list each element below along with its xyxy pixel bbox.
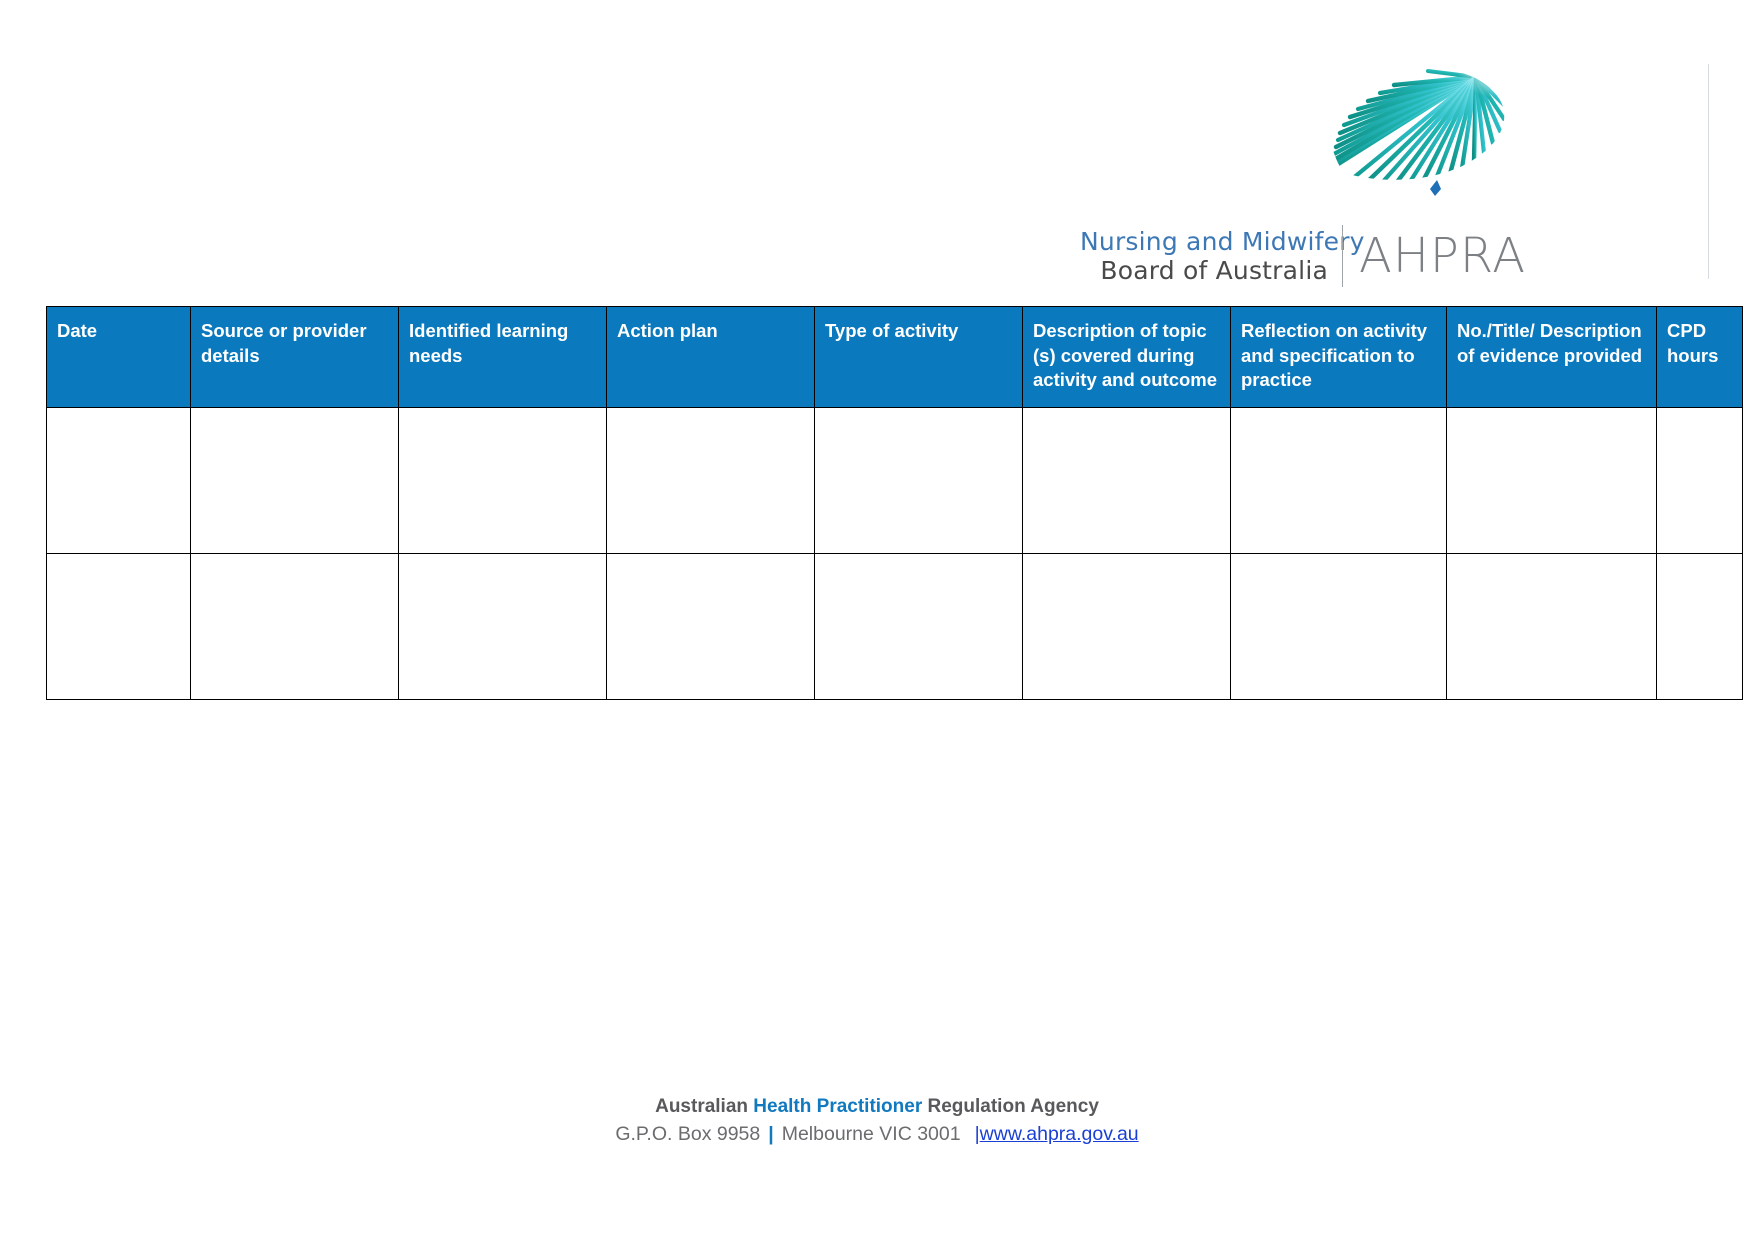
cell-reflection[interactable]	[1230, 406, 1447, 554]
cell-type-activity[interactable]	[814, 406, 1023, 554]
cell-evidence[interactable]	[1446, 552, 1657, 700]
footer-url-text: www.ahpra.gov.au	[979, 1123, 1139, 1145]
cell-reflection[interactable]	[1230, 552, 1447, 700]
cell-date[interactable]	[46, 406, 191, 554]
cell-learning-needs[interactable]	[398, 552, 607, 700]
footer-separator: |	[768, 1123, 774, 1145]
table-body	[46, 406, 1743, 700]
cell-cpd-hours[interactable]	[1656, 406, 1743, 554]
cpd-record-table: Date Source or provider details Identifi…	[46, 306, 1743, 700]
cell-action-plan[interactable]	[606, 552, 815, 700]
table-header: Date Source or provider details Identifi…	[46, 306, 1743, 408]
footer-city: Melbourne VIC 3001	[781, 1123, 961, 1145]
document-page: Nursing and Midwifery Board of Australia…	[0, 0, 1754, 1241]
table-header-row: Date Source or provider details Identifi…	[46, 306, 1743, 408]
cell-action-plan[interactable]	[606, 406, 815, 554]
column-header-learning-needs[interactable]: Identified learning needs	[398, 306, 607, 408]
cell-source[interactable]	[190, 552, 399, 700]
footer-agency-suffix: Regulation Agency	[922, 1096, 1099, 1117]
australia-radial-lines-logo-icon	[1280, 55, 1510, 220]
cell-description[interactable]	[1022, 552, 1231, 700]
column-header-cpd-hours[interactable]: CPD hours	[1656, 306, 1743, 408]
column-header-reflection[interactable]: Reflection on activity and specification…	[1230, 306, 1447, 408]
footer-website-link[interactable]: |www.ahpra.gov.au	[975, 1123, 1139, 1145]
footer-address-line: G.P.O. Box 9958 | Melbourne VIC 3001 |www.a…	[0, 1121, 1754, 1147]
column-header-action-plan[interactable]: Action plan	[606, 306, 815, 408]
logo-wordmark-row: Nursing and Midwifery Board of Australia…	[1080, 223, 1525, 289]
footer-agency-name: Australian Health Practitioner Regulatio…	[0, 1094, 1754, 1119]
cell-learning-needs[interactable]	[398, 406, 607, 554]
board-name-line2: Board of Australia	[1100, 256, 1328, 285]
column-header-description[interactable]: Description of topic (s) covered during …	[1022, 306, 1231, 408]
page-footer: Australian Health Practitioner Regulatio…	[0, 1094, 1754, 1147]
footer-agency-highlight: Health Practitioner	[753, 1096, 923, 1117]
ahpra-nmba-logo: Nursing and Midwifery Board of Australia…	[1080, 55, 1525, 287]
footer-po-box: G.P.O. Box 9958	[615, 1123, 761, 1145]
column-header-source[interactable]: Source or provider details	[190, 306, 399, 408]
ahpra-acronym: AHPRA	[1359, 228, 1527, 284]
cell-source[interactable]	[190, 406, 399, 554]
header-right-rule	[1708, 64, 1709, 279]
cell-cpd-hours[interactable]	[1656, 552, 1743, 700]
cell-date[interactable]	[46, 552, 191, 700]
column-header-evidence[interactable]: No./Title/ Description of evidence provi…	[1446, 306, 1657, 408]
cell-type-activity[interactable]	[814, 552, 1023, 700]
column-header-type-activity[interactable]: Type of activity	[814, 306, 1023, 408]
table-row	[46, 552, 1743, 700]
cell-description[interactable]	[1022, 406, 1231, 554]
footer-agency-prefix: Australian	[655, 1096, 754, 1117]
cell-evidence[interactable]	[1446, 406, 1657, 554]
board-name: Nursing and Midwifery Board of Australia	[1080, 227, 1365, 285]
column-header-date[interactable]: Date	[46, 306, 191, 408]
table-row	[46, 406, 1743, 554]
board-name-line1: Nursing and Midwifery	[1080, 227, 1365, 256]
